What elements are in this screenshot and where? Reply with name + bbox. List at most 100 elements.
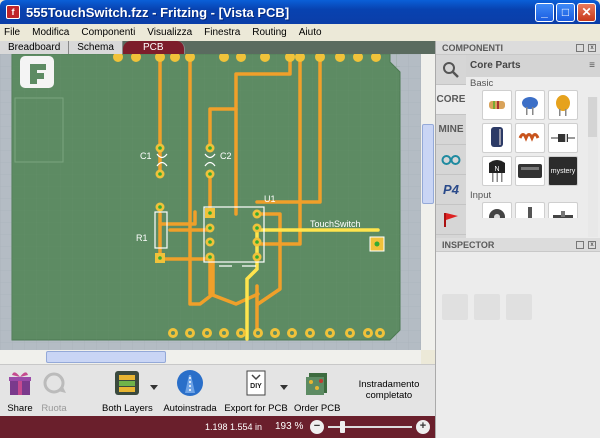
menu-modifica[interactable]: Modifica <box>32 27 69 38</box>
maximize-button[interactable]: □ <box>556 2 575 22</box>
inspector-image-schematic <box>474 294 500 320</box>
part-electrolytic-capacitor[interactable] <box>482 123 512 153</box>
mystery-part-label: mystery <box>550 167 576 175</box>
tab-pcb[interactable]: PCB <box>122 41 185 54</box>
tab-breadboard[interactable]: Breadboard <box>0 41 70 54</box>
cursor-coordinates: 1.198 1.554 in <box>205 422 263 432</box>
layers-dropdown-arrow[interactable] <box>150 385 158 390</box>
part-inductor[interactable] <box>515 123 545 153</box>
inspector-panel-header: INSPECTOR x <box>436 238 600 252</box>
autoroute-icon <box>177 370 203 396</box>
menu-bar: File Modifica Componenti Visualizza Fine… <box>0 24 600 41</box>
routing-status-line2: completato <box>365 390 413 401</box>
autoroute-label: Autoinstrada <box>163 403 217 414</box>
export-pcb-button[interactable]: DIY Export for PCB <box>224 369 288 414</box>
components-panel-header: COMPONENTI x <box>436 41 600 55</box>
part-resistor[interactable] <box>482 90 512 120</box>
arduino-bin-tab[interactable] <box>436 145 466 175</box>
order-pcb-label: Order PCB <box>294 403 341 414</box>
scroll-thumb[interactable] <box>422 124 434 204</box>
rotate-label: Ruota <box>41 403 67 414</box>
diy-export-icon: DIY <box>246 370 266 396</box>
zoom-in-button[interactable]: + <box>416 420 430 434</box>
label-touchswitch: TouchSwitch <box>310 219 361 229</box>
bin-menu-icon[interactable]: ≡ <box>589 55 595 77</box>
pushbutton-icon <box>528 207 532 218</box>
pcb-canvas[interactable]: C1 C2 R1 U1 TouchSwitch <box>0 54 421 350</box>
menu-file[interactable]: File <box>4 27 20 38</box>
float-panel-icon[interactable] <box>576 44 584 52</box>
canvas-vertical-scrollbar[interactable] <box>421 54 435 350</box>
inductor-icon <box>518 133 540 142</box>
bin-tabs: CORE MINE P4 <box>436 55 466 252</box>
electrolytic-capacitor-icon <box>491 127 503 147</box>
canvas-horizontal-scrollbar[interactable] <box>0 350 421 364</box>
label-c1: C1 <box>140 151 152 161</box>
share-label: Share <box>7 403 33 414</box>
export-dropdown-arrow[interactable] <box>280 385 288 390</box>
parts-grid-input <box>466 202 596 218</box>
svg-text:N: N <box>494 166 499 173</box>
both-layers-button[interactable]: Both Layers <box>102 369 153 414</box>
parts-grid-basic: N mystery <box>466 90 596 189</box>
tab-schema[interactable]: Schema <box>69 41 123 54</box>
mine-bin-tab[interactable]: MINE <box>436 115 466 145</box>
search-bin-tab[interactable] <box>436 55 466 85</box>
layers-icon <box>115 371 139 395</box>
close-panel-icon[interactable]: x <box>588 241 596 249</box>
arduino-icon <box>441 154 461 165</box>
inspector-panel-title: INSPECTOR <box>442 240 495 250</box>
order-pcb-icon <box>306 373 327 395</box>
part-ceramic-capacitor[interactable] <box>515 90 545 120</box>
switch-icon <box>553 211 573 218</box>
float-panel-icon[interactable] <box>576 241 584 249</box>
part-transistor[interactable]: N <box>482 156 512 186</box>
label-r1: R1 <box>136 233 148 243</box>
menu-aiuto[interactable]: Aiuto <box>299 27 322 38</box>
bottom-toolbar: Share Ruota Both Layers Autoinstrada DIY… <box>0 364 435 416</box>
ceramic-capacitor-icon <box>522 97 538 115</box>
right-dock: COMPONENTI x CORE MINE P4 Core Parts ≡ B… <box>435 41 600 438</box>
share-button[interactable]: Share <box>6 369 34 414</box>
parts-scroll-thumb[interactable] <box>588 97 597 137</box>
tantalum-capacitor-icon <box>556 95 570 116</box>
menu-finestra[interactable]: Finestra <box>204 27 240 38</box>
scroll-thumb[interactable] <box>46 351 166 363</box>
pcb-view[interactable]: C1 C2 R1 U1 TouchSwitch <box>0 54 421 350</box>
transistor-icon: N <box>489 160 505 182</box>
part-mystery[interactable]: mystery <box>548 156 578 186</box>
core-bin-tab[interactable]: CORE <box>436 85 466 115</box>
zoom-slider-thumb[interactable] <box>340 421 345 433</box>
minimize-button[interactable]: _ <box>535 2 554 22</box>
export-pcb-label: Export for PCB <box>224 403 288 414</box>
part-potentiometer[interactable] <box>482 202 512 218</box>
status-bar: 1.198 1.554 in 193 % − + <box>0 416 435 438</box>
close-panel-icon[interactable]: x <box>588 44 596 52</box>
routing-status-line1: Instradamento <box>358 379 420 390</box>
view-tabs: Breadboard Schema PCB <box>0 41 435 54</box>
part-switch[interactable] <box>548 202 578 218</box>
inspector-image-breadboard <box>442 294 468 320</box>
inspector-body <box>436 252 600 438</box>
flag-bin-tab[interactable] <box>436 205 466 235</box>
parts-scrollbar[interactable] <box>588 97 598 237</box>
rotate-icon <box>43 372 66 394</box>
part-tantalum-capacitor[interactable] <box>548 90 578 120</box>
diode-icon <box>551 134 575 142</box>
rotate-button[interactable]: Ruota <box>38 369 70 414</box>
bin-title: Core Parts <box>470 60 521 71</box>
menu-visualizza[interactable]: Visualizza <box>147 27 192 38</box>
p4-bin-tab[interactable]: P4 <box>436 175 466 205</box>
battery-icon <box>518 164 542 178</box>
close-button[interactable]: ✕ <box>577 2 596 22</box>
zoom-out-button[interactable]: − <box>310 420 324 434</box>
part-diode[interactable] <box>548 123 578 153</box>
menu-componenti[interactable]: Componenti <box>81 27 135 38</box>
part-battery[interactable] <box>515 156 545 186</box>
fritzing-app-icon: f <box>6 5 20 19</box>
menu-routing[interactable]: Routing <box>252 27 286 38</box>
part-pushbutton[interactable] <box>515 202 545 218</box>
order-pcb-button[interactable]: Order PCB <box>294 369 340 414</box>
parts-bin: Core Parts ≡ Basic N mystery Input <box>466 55 600 238</box>
autoroute-button[interactable]: Autoinstrada <box>162 369 218 414</box>
